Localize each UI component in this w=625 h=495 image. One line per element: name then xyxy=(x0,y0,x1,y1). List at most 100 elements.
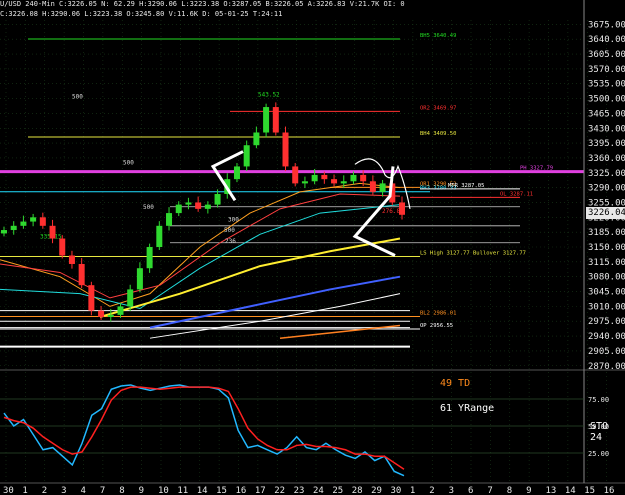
price-tick-label: 3640.00 xyxy=(588,35,625,45)
osc-tick-label: 75.00 xyxy=(588,396,609,404)
price-tick-label: 3185.00 xyxy=(588,228,625,238)
candle-body xyxy=(399,202,405,215)
price-tick-label: 2905.00 xyxy=(588,347,625,357)
candle-body xyxy=(166,213,173,226)
chart-annotation: 236 xyxy=(225,238,236,245)
candle-body xyxy=(272,107,279,133)
candle-body xyxy=(321,174,328,180)
date-tick-label: 23 xyxy=(294,486,305,495)
price-tick-label: 2975.00 xyxy=(588,317,625,327)
candle-body xyxy=(292,166,299,184)
date-tick-label: 6 xyxy=(468,486,473,495)
date-tick-label: 1 xyxy=(22,486,27,495)
date-tick-label: 14 xyxy=(565,486,576,495)
candle-body xyxy=(68,255,75,264)
price-level-label: LS High 3127.77 Bullover 3127.77 xyxy=(420,250,526,256)
date-tick-label: 10 xyxy=(158,486,169,495)
date-tick-label: 15 xyxy=(584,486,595,495)
current-price-box: 3226.04 xyxy=(586,207,625,219)
chart-background xyxy=(0,0,625,495)
header-ohlc: C:3226.08 H:3290.06 L:3223.38 O:3245.80 … xyxy=(0,10,283,18)
date-tick-label: 25 xyxy=(332,486,343,495)
candle-body xyxy=(156,225,163,248)
date-tick-label: 2 xyxy=(42,486,47,495)
candle-body xyxy=(311,174,318,182)
date-tick-label: 8 xyxy=(119,486,124,495)
candle-body xyxy=(331,179,338,184)
header-symbol: U/USD 240-Min C:3226.05 N: 62.29 H:3290.… xyxy=(0,0,405,8)
price-level-label: BH4 3409.50 xyxy=(420,131,456,137)
price-tick-label: 3115.00 xyxy=(588,258,625,268)
date-tick-label: 11 xyxy=(177,486,188,495)
candle-body xyxy=(253,132,260,146)
chart-annotation: 500 xyxy=(72,94,83,101)
chart-annotation: 543.52 xyxy=(258,91,280,98)
date-tick-label: 24 xyxy=(313,486,324,495)
date-tick-label: 30 xyxy=(3,486,14,495)
date-tick-label: 30 xyxy=(391,486,402,495)
price-tick-label: 3045.00 xyxy=(588,288,625,298)
candle-body xyxy=(107,314,114,317)
candle-body xyxy=(49,225,56,239)
candle-body xyxy=(98,310,105,317)
candle-body xyxy=(185,202,192,205)
chart-annotation: 300 xyxy=(228,217,239,224)
price-level-label: OL 3287.11 xyxy=(500,191,533,197)
price-tick-label: 3465.00 xyxy=(588,109,625,119)
price-tick-label: 3570.00 xyxy=(588,65,625,75)
candle-body xyxy=(350,174,357,182)
date-tick-label: 3 xyxy=(449,486,454,495)
price-level-label: BH5 3640.49 xyxy=(420,33,456,39)
price-tick-label: 3290.00 xyxy=(588,184,625,194)
date-tick-label: 16 xyxy=(236,486,247,495)
candle-body xyxy=(10,225,17,231)
price-chart[interactable]: BH5 3640.49 BH4 3409.50 OR2 3469.97 PH 3327… xyxy=(0,0,625,495)
candle-body xyxy=(379,183,386,192)
candle-body xyxy=(233,166,240,180)
td-label: 49 TD xyxy=(440,378,471,389)
candle-body xyxy=(1,230,7,234)
price-level-label: PH 3327.79 xyxy=(520,166,553,172)
candle-body xyxy=(146,247,153,269)
candle-body xyxy=(301,181,308,184)
price-tick-label: 3430.00 xyxy=(588,124,625,134)
price-tick-label: 3605.00 xyxy=(588,50,625,60)
chart-annotation: 500 xyxy=(123,159,134,166)
price-tick-label: 3325.00 xyxy=(588,169,625,179)
price-tick-label: 3080.00 xyxy=(588,273,625,283)
price-tick-label: 3360.00 xyxy=(588,154,625,164)
candle-body xyxy=(204,204,211,209)
candle-body xyxy=(214,194,221,205)
date-tick-label: 9 xyxy=(526,486,531,495)
candle-body xyxy=(360,174,367,182)
date-tick-label: 17 xyxy=(255,486,266,495)
candle-body xyxy=(78,263,85,286)
price-level-label: OR2 3469.97 xyxy=(420,105,456,111)
price-tick-label: 3535.00 xyxy=(588,80,625,90)
date-tick-label: 2 xyxy=(429,486,434,495)
date-tick-label: 13 xyxy=(546,486,557,495)
candle-body xyxy=(340,181,347,184)
chart-annotation: 500 xyxy=(143,204,154,211)
candle-body xyxy=(243,145,250,167)
date-tick-label: 14 xyxy=(197,486,208,495)
candle-body xyxy=(195,202,202,209)
date-tick-label: 3 xyxy=(61,486,66,495)
price-level-label: BL2 2986.01 xyxy=(420,311,456,317)
candle-body xyxy=(88,285,95,311)
candle-body xyxy=(20,221,27,226)
price-tick-label: 3010.00 xyxy=(588,302,625,312)
chart-annotation: 500 xyxy=(224,227,235,234)
price-tick-label: 3150.00 xyxy=(588,243,625,253)
date-tick-label: 7 xyxy=(100,486,105,495)
date-tick-label: 4 xyxy=(81,486,86,495)
price-tick-label: 3395.00 xyxy=(588,139,625,149)
candle-body xyxy=(369,181,376,192)
price-level-label: OP 2956.55 xyxy=(420,323,453,329)
candle-body xyxy=(117,306,124,315)
date-tick-label: 15 xyxy=(216,486,227,495)
sto-label: STO 24 xyxy=(590,421,609,443)
price-tick-label: 2940.00 xyxy=(588,332,625,342)
price-level-label: MTR 3287.05 xyxy=(448,183,484,189)
candle-body xyxy=(282,132,289,167)
